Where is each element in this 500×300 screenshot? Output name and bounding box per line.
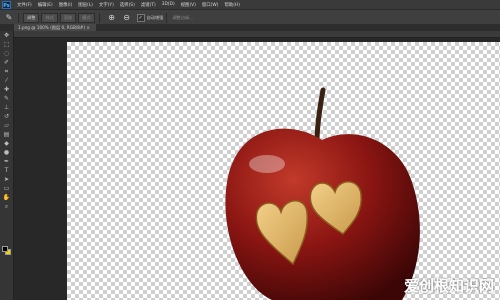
shape-tool-icon[interactable]: ▭ <box>0 184 13 193</box>
pen-tool-icon[interactable]: ✒ <box>0 157 13 166</box>
option-feather-button[interactable]: 羽化 <box>59 12 77 23</box>
brush-tool-icon[interactable]: ✎ <box>3 13 15 22</box>
history-brush-tool-icon[interactable]: ↺ <box>0 112 13 121</box>
menu-select[interactable]: 选择(S) <box>117 2 138 8</box>
watermark: 爱创根知识网 <box>403 277 494 295</box>
apple-stem <box>314 87 326 145</box>
add-selection-icon[interactable]: ⊕ <box>106 13 118 22</box>
option-style-button[interactable]: 样式 <box>41 12 58 23</box>
auto-enhance-label: 自动增强 <box>146 14 164 20</box>
menu-type[interactable]: 文字(Y) <box>96 2 117 8</box>
menu-file[interactable]: 文件(F) <box>14 2 35 8</box>
options-separator <box>98 12 100 23</box>
lasso-tool-icon[interactable]: ◌ <box>0 49 13 58</box>
document-tab-row: 1.png @ 100% (图层 0, RGB/8#) × <box>0 24 500 31</box>
apple-image <box>225 87 420 300</box>
blur-tool-icon[interactable]: ◆ <box>0 139 13 148</box>
menu-help[interactable]: 帮助(H) <box>221 2 243 8</box>
menu-layer[interactable]: 图层(L) <box>75 2 96 8</box>
path-select-tool-icon[interactable]: ➤ <box>0 175 13 184</box>
apple-highlight <box>249 155 285 173</box>
auto-enhance-checkbox[interactable]: ✓ <box>136 13 145 22</box>
menu-image[interactable]: 图像(I) <box>56 2 76 8</box>
photoshop-logo: Ps <box>2 0 11 9</box>
clone-stamp-tool-icon[interactable]: ⊥ <box>0 103 13 112</box>
menu-bar: Ps 文件(F) 编辑(E) 图像(I) 图层(L) 文字(Y) 选择(S) 滤… <box>0 0 500 9</box>
refine-edge-button[interactable]: 调整边缘... <box>172 15 193 21</box>
brush-tool-icon[interactable]: ✎ <box>0 94 13 103</box>
option-mode-button[interactable]: 模式 <box>78 12 95 23</box>
menu-edit[interactable]: 编辑(E) <box>35 2 56 8</box>
toolbox: ✥ ⬚ ◌ ✐ ⌗ ⁄ ✚ ✎ ⊥ ↺ ▱ ▤ ◆ ● ✒ T ➤ ▭ ✋ ⌕ <box>0 31 14 300</box>
healing-brush-tool-icon[interactable]: ✚ <box>0 85 13 94</box>
subtract-selection-icon[interactable]: ⊖ <box>121 13 133 22</box>
options-separator <box>18 12 19 23</box>
gradient-tool-icon[interactable]: ▤ <box>0 130 13 139</box>
quick-select-tool-icon[interactable]: ✐ <box>0 58 13 67</box>
top-ruler <box>14 31 500 38</box>
dodge-tool-icon[interactable]: ● <box>0 148 13 157</box>
crop-tool-icon[interactable]: ⌗ <box>0 67 13 76</box>
document-canvas[interactable] <box>67 42 500 300</box>
document-tab[interactable]: 1.png @ 100% (图层 0, RGB/8#) × <box>14 24 96 31</box>
menu-view[interactable]: 视图(V) <box>178 2 199 8</box>
zoom-tool-icon[interactable]: ⌕ <box>0 202 13 211</box>
menu-filter[interactable]: 滤镜(T) <box>138 2 159 8</box>
menu-3d[interactable]: 3D(D) <box>159 2 178 7</box>
foreground-color-swatch[interactable] <box>2 246 8 252</box>
hand-tool-icon[interactable]: ✋ <box>0 193 13 202</box>
type-tool-icon[interactable]: T <box>0 166 13 175</box>
menu-window[interactable]: 窗口(W) <box>199 2 222 8</box>
marquee-tool-icon[interactable]: ⬚ <box>0 40 13 49</box>
move-tool-icon[interactable]: ✥ <box>0 31 13 40</box>
eyedropper-tool-icon[interactable]: ⁄ <box>0 76 13 85</box>
eraser-tool-icon[interactable]: ▱ <box>0 121 13 130</box>
options-separator <box>166 12 168 23</box>
option-adjust-button[interactable]: 调整 <box>23 12 40 23</box>
